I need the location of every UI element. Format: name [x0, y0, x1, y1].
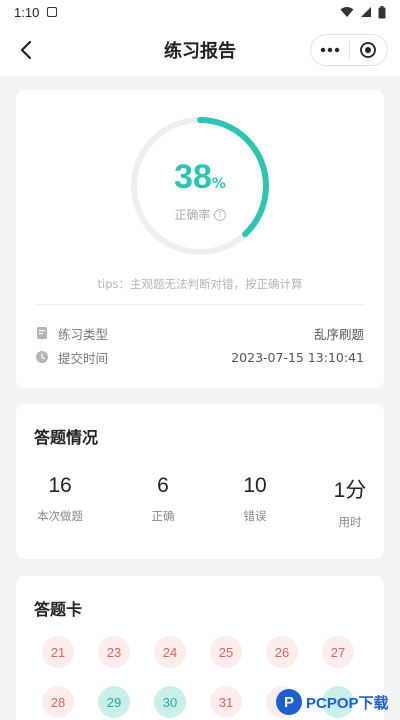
nav-bar: 练习报告 — [0, 24, 400, 76]
divider — [36, 304, 364, 305]
status-time: 1:10 — [14, 4, 40, 20]
close-miniprogram-button[interactable] — [350, 35, 388, 65]
watermark-text: PCPOP下载 — [306, 694, 389, 712]
notification-icon — [47, 7, 58, 17]
submit-time-row: 提交时间 2023-07-15 13:10:41 — [36, 347, 364, 367]
more-button[interactable] — [311, 35, 349, 65]
status-icons — [340, 5, 386, 19]
answer-item[interactable]: 29 — [98, 686, 130, 718]
accuracy-unit: % — [211, 176, 226, 192]
stat-correct-value: 6 — [157, 474, 169, 497]
clock-icon — [36, 351, 48, 363]
stat-correct: 6 正确 — [123, 474, 203, 524]
report-card: 38% 正确率 ? tips：主观题无法判断对错，按正确计算 练习类型 乱序刷题… — [16, 90, 384, 388]
practice-type-label: 练习类型 — [58, 326, 109, 342]
stat-correct-label: 正确 — [151, 509, 175, 523]
answer-item[interactable]: 25 — [210, 636, 242, 668]
summary-title: 答题情况 — [34, 428, 99, 447]
wifi-icon — [340, 7, 354, 17]
target-icon — [360, 42, 377, 58]
answer-item[interactable]: 24 — [154, 636, 186, 668]
stat-total: 16 本次做题 — [20, 474, 100, 524]
watermark-logo: P — [276, 689, 302, 715]
accuracy-label-row: 正确率 ? — [128, 206, 272, 223]
stat-duration-label: 用时 — [338, 515, 362, 529]
stat-wrong-value: 10 — [243, 474, 267, 497]
answer-item[interactable]: 31 — [210, 686, 242, 718]
practice-type-value: 乱序刷题 — [313, 326, 364, 342]
stat-wrong-label: 错误 — [243, 509, 267, 523]
answer-item[interactable]: 23 — [98, 636, 130, 668]
more-dots-icon — [320, 47, 339, 53]
accuracy-value: 38 — [174, 158, 212, 196]
answer-card-title: 答题卡 — [34, 600, 83, 619]
tips-text: tips：主观题无法判断对错，按正确计算 — [97, 277, 303, 291]
accuracy-percent: 38% — [128, 158, 272, 197]
stat-total-value: 16 — [48, 474, 72, 497]
answer-item[interactable]: 30 — [154, 686, 186, 718]
stat-wrong: 10 错误 — [215, 474, 295, 524]
chevron-left-icon — [20, 40, 32, 60]
practice-type-row: 练习类型 乱序刷题 — [36, 323, 364, 343]
watermark: P PCPOP下载 — [276, 684, 400, 720]
answer-summary-card: 答题情况 16 本次做题 6 正确 10 错误 1分 用时 — [16, 404, 384, 559]
signal-icon — [361, 7, 371, 17]
stat-total-label: 本次做题 — [37, 509, 83, 523]
submit-time-label: 提交时间 — [58, 350, 109, 366]
answer-item[interactable]: 27 — [322, 636, 354, 668]
accuracy-label: 正确率 — [174, 208, 211, 222]
page-title: 练习报告 — [164, 41, 236, 62]
answer-item[interactable]: 26 — [266, 636, 298, 668]
back-button[interactable] — [12, 36, 40, 64]
document-icon — [37, 327, 47, 339]
stat-duration-value: 1分 — [333, 479, 367, 502]
miniprogram-capsule — [310, 34, 388, 66]
help-icon[interactable]: ? — [213, 208, 226, 221]
status-bar: 1:10 — [0, 0, 400, 24]
answer-item[interactable]: 28 — [42, 686, 74, 718]
stat-duration: 1分 用时 — [310, 474, 390, 530]
answer-item[interactable]: 21 — [42, 636, 74, 668]
submit-time-value: 2023-07-15 13:10:41 — [231, 349, 364, 365]
accuracy-ring: 38% 正确率 ? — [128, 114, 272, 258]
battery-icon — [378, 5, 386, 18]
